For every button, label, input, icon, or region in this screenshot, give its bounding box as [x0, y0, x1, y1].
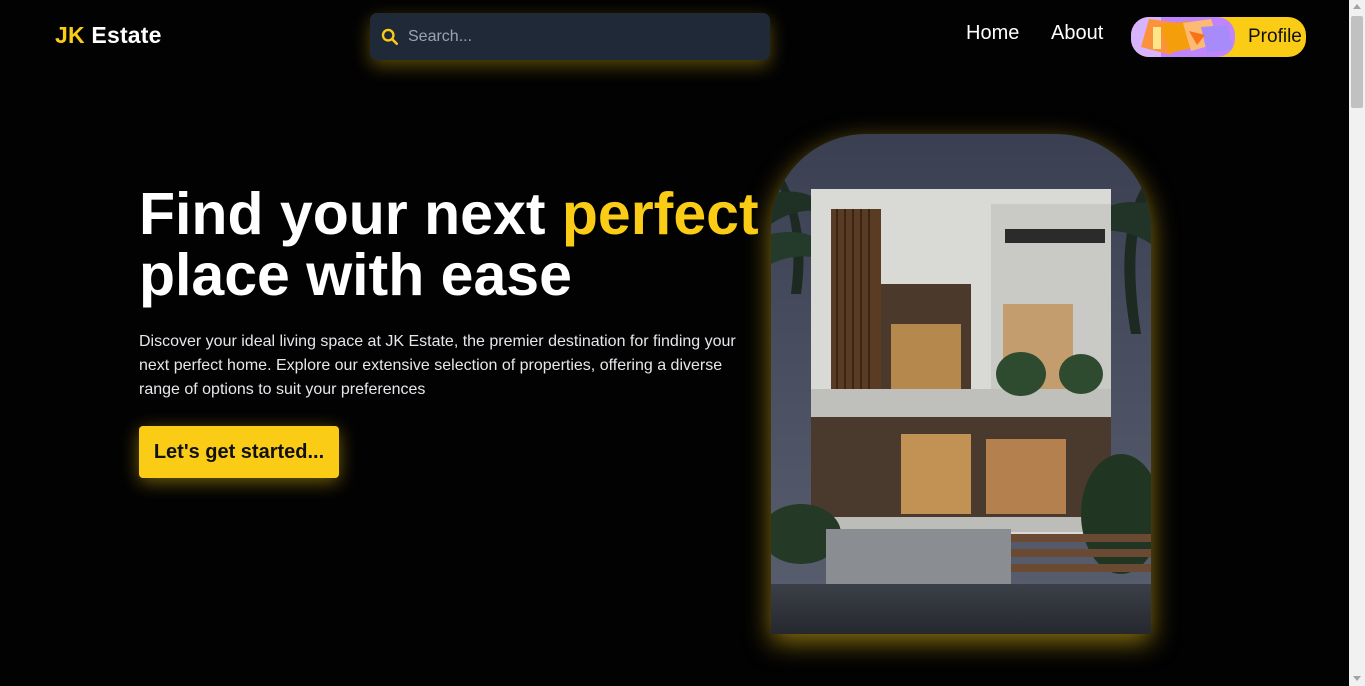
logo-text: Estate [91, 22, 162, 48]
hero-title-part2: place with ease [139, 242, 572, 308]
house-image [771, 134, 1151, 634]
logo[interactable]: JK Estate [55, 22, 162, 49]
hero-title-part1: Find your next [139, 181, 562, 247]
logo-accent: JK [55, 22, 85, 48]
hero-description: Discover your ideal living space at JK E… [139, 333, 736, 398]
scroll-thumb[interactable] [1351, 16, 1363, 108]
page: JK Estate Home About Profile Find you [0, 0, 1349, 686]
hero-title-highlight: perfect [561, 181, 759, 247]
scroll-down-arrow-icon[interactable] [1353, 676, 1361, 681]
nav-about[interactable]: About [1051, 22, 1103, 45]
search-input[interactable] [408, 27, 748, 46]
profile-button[interactable]: Profile [1131, 17, 1306, 57]
search-bar[interactable] [370, 13, 770, 60]
scrollbar[interactable] [1349, 0, 1365, 686]
avatar [1131, 17, 1235, 57]
profile-label: Profile [1248, 26, 1302, 47]
hero-title: Find your next perfect place with ease [139, 184, 799, 306]
nav-home[interactable]: Home [966, 22, 1019, 45]
scroll-up-arrow-icon[interactable] [1353, 4, 1361, 9]
search-icon [381, 28, 399, 45]
get-started-button[interactable]: Let's get started... [139, 426, 339, 478]
